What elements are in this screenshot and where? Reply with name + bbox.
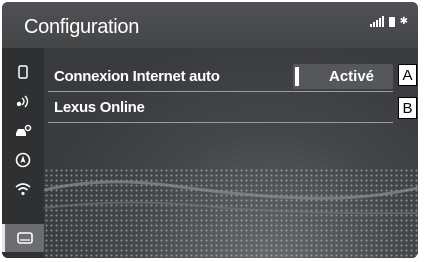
sidebar-item-navigation[interactable] — [2, 146, 44, 174]
car-settings-icon — [16, 124, 32, 136]
sidebar-item-car-settings[interactable] — [2, 117, 44, 145]
sidebar-item-wifi[interactable] — [2, 175, 44, 203]
setting-row-lexus-online[interactable]: Lexus Online — [48, 93, 393, 123]
setting-label: Connexion Internet auto — [54, 68, 220, 85]
callout-a: A — [398, 64, 417, 86]
status-icons: ✱ — [369, 16, 408, 27]
settings-panel: Connexion Internet auto Activé Lexus Onl… — [44, 48, 418, 258]
signal-bars-icon — [369, 16, 384, 27]
setting-label: Lexus Online — [54, 99, 145, 116]
voice-icon — [16, 95, 29, 108]
toggle-value: Activé — [329, 68, 375, 85]
internet-auto-toggle[interactable]: Activé — [293, 64, 393, 89]
setting-row-internet-auto[interactable]: Connexion Internet auto Activé — [48, 62, 393, 92]
battery-icon — [388, 17, 395, 27]
sidebar-item-phone[interactable] — [2, 58, 44, 86]
head-unit-screen: Configuration ✱ Connexion Internet auto … — [2, 2, 418, 258]
page-title: Configuration — [24, 16, 140, 38]
toggle-indicator — [295, 67, 299, 86]
callout-b: B — [398, 97, 417, 119]
header-bar: Configuration ✱ — [2, 2, 418, 48]
sidebar-item-voice[interactable] — [2, 87, 44, 115]
sidebar-item-display[interactable] — [2, 224, 44, 252]
bluetooth-icon: ✱ — [399, 16, 408, 27]
display-icon — [16, 232, 33, 244]
sidebar — [2, 48, 44, 258]
wifi-icon — [15, 183, 31, 196]
navigation-icon — [15, 152, 31, 168]
phone-icon — [18, 65, 28, 79]
